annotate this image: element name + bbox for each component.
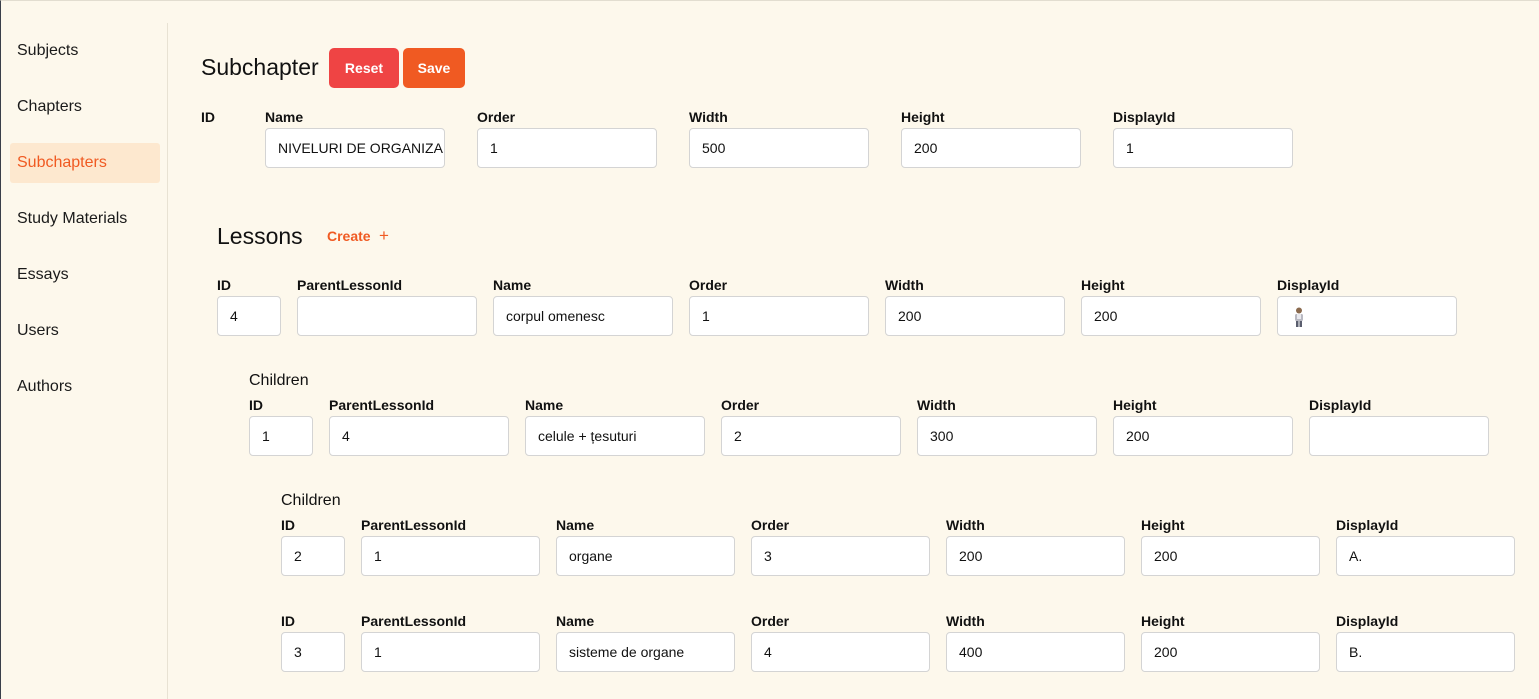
grandchild-width-field[interactable]: 200	[946, 536, 1125, 576]
grandchild-parent-label: ParentLessonId	[361, 517, 467, 533]
child-name-label: Name	[525, 397, 564, 413]
grandchild-width-label: Width	[946, 517, 985, 533]
app-window: Subjects Chapters Subchapters Study Mate…	[0, 0, 1539, 699]
grandchild-parent-field[interactable]: 1	[361, 536, 540, 576]
grandchild-id-field[interactable]: 2	[281, 536, 345, 576]
child-displayid-field[interactable]	[1309, 416, 1489, 456]
grandchild-order-field[interactable]: 3	[751, 536, 930, 576]
subchapter-order-label: Order	[477, 109, 516, 125]
child-height-field[interactable]: 200	[1113, 416, 1293, 456]
grandchild-parent-field[interactable]: 1	[361, 632, 540, 672]
child-height-label: Height	[1113, 397, 1157, 413]
sidebar-item-essays[interactable]: Essays	[10, 255, 160, 295]
child-parent-label: ParentLessonId	[329, 397, 435, 413]
subchapter-id-label: ID	[201, 109, 215, 125]
lesson-displayid-label: DisplayId	[1277, 277, 1340, 293]
grandchild-order-label: Order	[751, 613, 790, 629]
child-id-field[interactable]: 1	[249, 416, 313, 456]
child-id-label: ID	[249, 397, 263, 413]
child-name-field[interactable]: celule + țesuturi	[525, 416, 705, 456]
lesson-name-field[interactable]: corpul omenesc	[493, 296, 673, 336]
subchapter-displayid-field[interactable]: 1	[1113, 128, 1293, 168]
child-order-field[interactable]: 2	[721, 416, 901, 456]
lesson-height-field[interactable]: 200	[1081, 296, 1261, 336]
grandchild-height-label: Height	[1141, 517, 1185, 533]
children-label: Children	[249, 372, 309, 389]
plus-icon[interactable]: +	[379, 226, 389, 246]
lesson-name-label: Name	[493, 277, 532, 293]
lessons-title: Lessons	[217, 223, 303, 249]
sidebar-item-users[interactable]: Users	[10, 311, 160, 351]
grandchild-displayid-field[interactable]: A.	[1336, 536, 1515, 576]
grandchild-width-field[interactable]: 400	[946, 632, 1125, 672]
grandchild-id-field[interactable]: 3	[281, 632, 345, 672]
grandchild-displayid-label: DisplayId	[1336, 517, 1399, 533]
child-parent-field[interactable]: 4	[329, 416, 509, 456]
lesson-parent-field[interactable]	[297, 296, 477, 336]
grandchild-name-label: Name	[556, 517, 595, 533]
child-displayid-label: DisplayId	[1309, 397, 1372, 413]
person-icon	[1295, 307, 1303, 327]
subchapter-height-label: Height	[901, 109, 945, 125]
grandchild-width-label: Width	[946, 613, 985, 629]
grandchild-id-label: ID	[281, 517, 295, 533]
page-title: Subchapter	[201, 54, 319, 80]
grandchild-height-field[interactable]: 200	[1141, 536, 1320, 576]
grandchild-name-field[interactable]: sisteme de organe	[556, 632, 735, 672]
subchapter-displayid-label: DisplayId	[1113, 109, 1176, 125]
child-order-label: Order	[721, 397, 760, 413]
sidebar-item-subchapters[interactable]: Subchapters	[10, 143, 160, 183]
sidebar-item-authors[interactable]: Authors	[10, 367, 160, 407]
subchapter-width-label: Width	[689, 109, 728, 125]
lesson-id-label: ID	[217, 277, 231, 293]
grandchild-name-field[interactable]: organe	[556, 536, 735, 576]
grandchild-order-field[interactable]: 4	[751, 632, 930, 672]
lesson-parent-label: ParentLessonId	[297, 277, 403, 293]
lesson-id-field[interactable]: 4	[217, 296, 281, 336]
grandchild-height-field[interactable]: 200	[1141, 632, 1320, 672]
create-lesson-button[interactable]: Create	[327, 228, 371, 244]
lesson-width-field[interactable]: 200	[885, 296, 1065, 336]
reset-button[interactable]: Reset	[329, 48, 399, 88]
save-button[interactable]: Save	[403, 48, 465, 88]
grandchild-displayid-label: DisplayId	[1336, 613, 1399, 629]
lesson-order-label: Order	[689, 277, 728, 293]
subchapter-name-field[interactable]: NIVELURI DE ORGANIZARE	[265, 128, 445, 168]
sidebar-item-study-materials[interactable]: Study Materials	[10, 199, 160, 239]
subchapter-height-field[interactable]: 200	[901, 128, 1081, 168]
child-width-label: Width	[917, 397, 956, 413]
grandchild-id-label: ID	[281, 613, 295, 629]
grandchild-parent-label: ParentLessonId	[361, 613, 467, 629]
sidebar: Subjects Chapters Subchapters Study Mate…	[1, 23, 168, 699]
sidebar-item-subjects[interactable]: Subjects	[10, 31, 160, 71]
grandchild-height-label: Height	[1141, 613, 1185, 629]
subchapter-order-field[interactable]: 1	[477, 128, 657, 168]
grandchild-displayid-field[interactable]: B.	[1336, 632, 1515, 672]
lesson-height-label: Height	[1081, 277, 1125, 293]
child-width-field[interactable]: 300	[917, 416, 1097, 456]
grandchildren-label: Children	[281, 492, 341, 509]
lesson-order-field[interactable]: 1	[689, 296, 869, 336]
subchapter-width-field[interactable]: 500	[689, 128, 869, 168]
sidebar-item-chapters[interactable]: Chapters	[10, 87, 160, 127]
lesson-width-label: Width	[885, 277, 924, 293]
grandchild-order-label: Order	[751, 517, 790, 533]
grandchild-name-label: Name	[556, 613, 595, 629]
subchapter-name-label: Name	[265, 109, 304, 125]
